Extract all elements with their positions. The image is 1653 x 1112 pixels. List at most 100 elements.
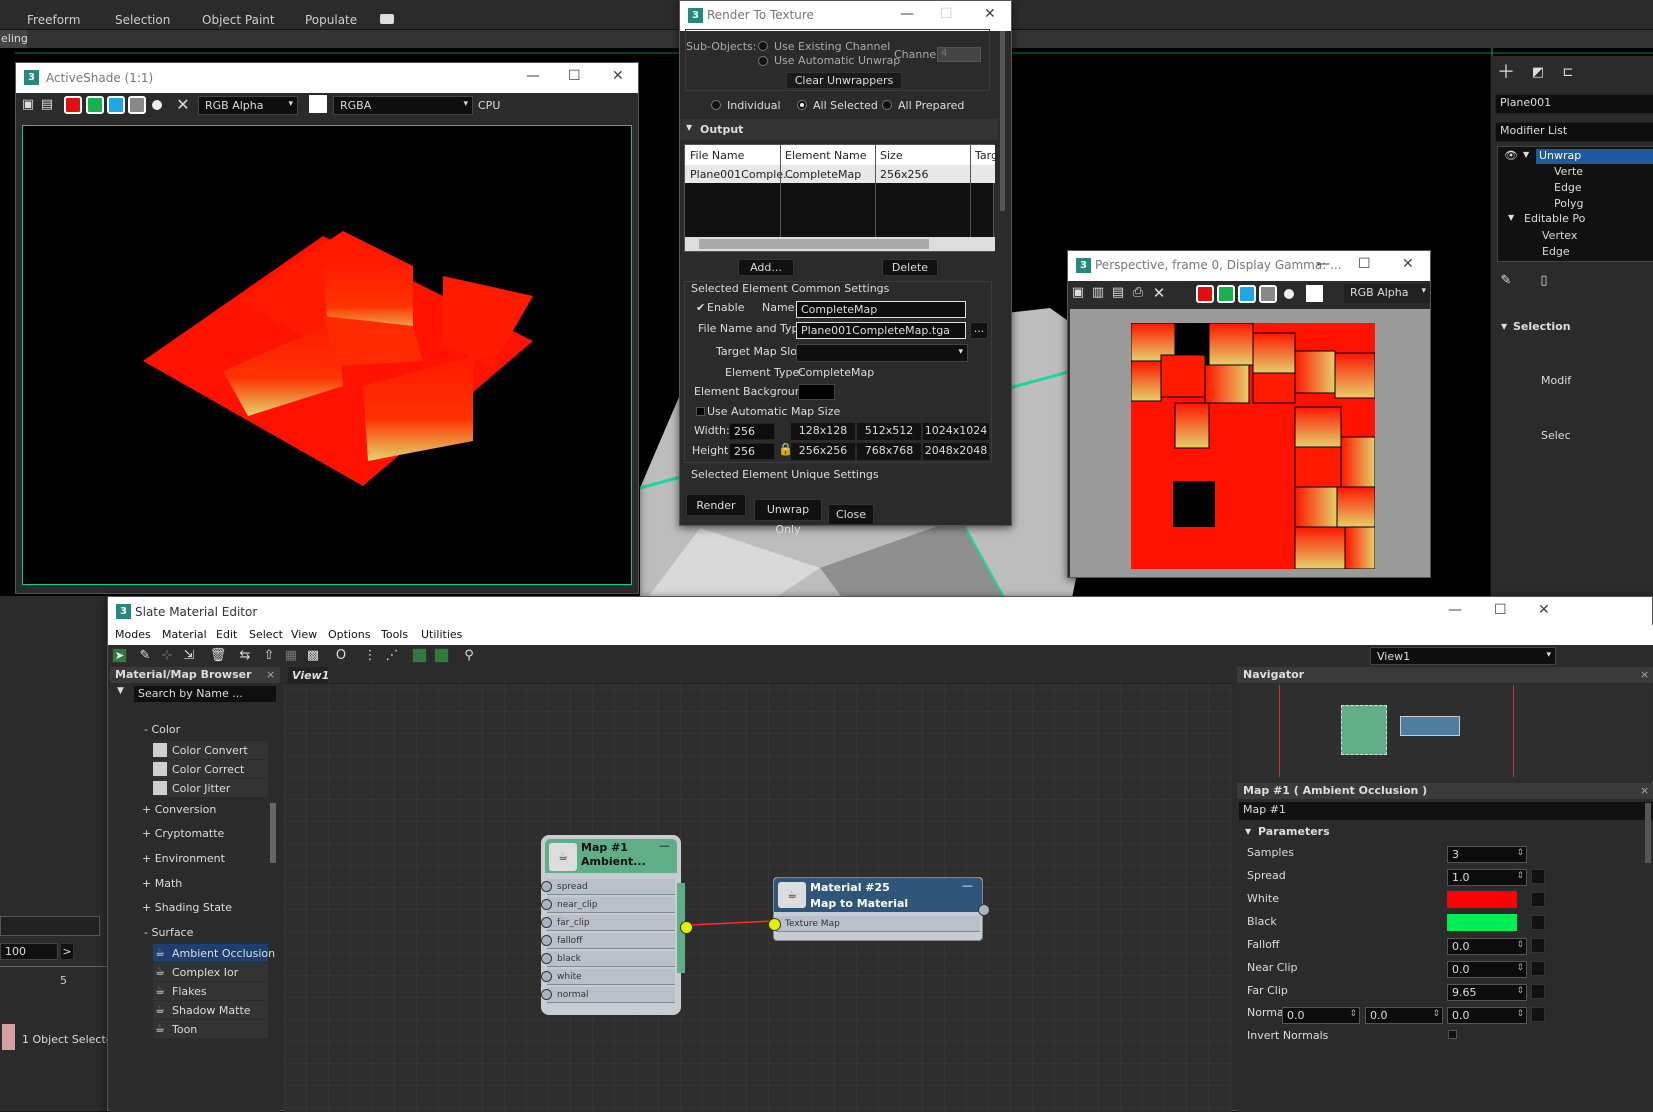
stack-item-vertex[interactable]: Verte [1554, 165, 1583, 178]
close-icon[interactable]: × [1640, 668, 1649, 681]
menu-select[interactable]: Select [249, 628, 283, 641]
material-node-header[interactable]: ☕ Material #25 Map to Material — [774, 878, 982, 912]
size-2048-button[interactable]: 2048x2048 [923, 443, 989, 460]
selection-rollout-header[interactable]: Selection [1513, 320, 1571, 333]
ribbon-tab-freeform[interactable]: Freeform [27, 13, 80, 27]
slot-near-clip[interactable]: near_clip [541, 897, 675, 913]
material-node[interactable]: ☕ Material #25 Map to Material — Texture… [768, 877, 990, 941]
ribbon-toggle-icon[interactable] [380, 14, 394, 24]
copy-image-icon[interactable]: ▤ [1109, 284, 1127, 302]
slot-falloff[interactable]: falloff [541, 933, 675, 949]
menu-options[interactable]: Options [328, 628, 370, 641]
spread-map-button[interactable] [1531, 869, 1545, 884]
blue-channel-toggle[interactable] [1238, 285, 1256, 303]
background-color-swatch[interactable] [309, 95, 327, 113]
scrollbar-thumb[interactable] [699, 239, 929, 249]
rtt-scrollbar[interactable] [1000, 31, 1005, 211]
slot-black[interactable]: black [541, 951, 675, 967]
copy-image-icon[interactable]: ▤ [38, 96, 56, 114]
output-table[interactable]: File Name Element Name Size Targ Plane00… [684, 144, 998, 252]
height-spinner[interactable]: 256 [729, 443, 775, 460]
stack-item-vertex-2[interactable]: Vertex [1542, 229, 1577, 242]
material-browser-toggle[interactable] [412, 648, 427, 663]
map-display-icon[interactable]: O [332, 647, 350, 665]
file-name-input[interactable]: Plane001CompleteMap.tga [796, 322, 966, 339]
visibility-eye-icon[interactable]: 👁 [1504, 149, 1518, 162]
col-element-name[interactable]: Element Name [785, 149, 867, 162]
pin-stack-icon[interactable]: ✎ [1497, 272, 1515, 290]
list-item[interactable]: Color Correct [153, 760, 268, 778]
map-node-header[interactable]: ☕ Map #1 Ambient... — [545, 839, 677, 873]
group-shading-state[interactable]: + Shading State [142, 901, 232, 920]
display-dropdown[interactable]: RGBA [333, 96, 473, 115]
object-name-field[interactable]: Plane001 [1495, 94, 1653, 114]
individual-radio[interactable] [711, 100, 721, 110]
browser-options-icon[interactable]: ▼ [117, 686, 124, 696]
rtt-titlebar[interactable]: 3 Render To Texture — ☐ ✕ [680, 1, 1011, 31]
mono-toggle-icon[interactable] [1284, 289, 1294, 299]
frame-field[interactable]: 100 [0, 943, 58, 960]
mono-toggle-icon[interactable] [152, 100, 162, 110]
invert-normals-checkbox[interactable] [1448, 1030, 1457, 1039]
mini-listener-swatch[interactable] [2, 1024, 15, 1050]
modify-tab-icon[interactable]: ◩ [1529, 64, 1547, 82]
ribbon-tab-populate[interactable]: Populate [305, 13, 357, 27]
collapse-node-icon[interactable]: — [659, 839, 670, 852]
hide-unused-icon[interactable]: ⇧ [260, 647, 278, 665]
texture-map-input-port[interactable] [768, 918, 781, 931]
group-conversion[interactable]: + Conversion [142, 803, 216, 822]
layout-children-icon[interactable]: ⋰ [383, 647, 401, 665]
clear-icon[interactable]: ✕ [1150, 284, 1168, 302]
maximize-icon[interactable]: ☐ [1358, 256, 1371, 272]
close-icon[interactable]: ✕ [1402, 256, 1414, 272]
close-icon[interactable]: × [266, 668, 275, 681]
activeshade-render-area[interactable] [22, 125, 632, 585]
stack-item-unwrap[interactable]: Unwrap [1536, 149, 1653, 164]
group-environment[interactable]: + Environment [142, 852, 225, 871]
green-channel-toggle[interactable] [86, 96, 104, 114]
background-icon[interactable]: ▩ [304, 647, 322, 665]
parameters-rollout-header[interactable]: Parameters [1258, 825, 1330, 838]
close-icon[interactable]: ✕ [1538, 602, 1550, 618]
browser-scrollbar[interactable] [270, 803, 276, 863]
all-prepared-radio[interactable] [882, 100, 892, 110]
stack-item-polygon[interactable]: Polyg [1554, 197, 1584, 210]
navigator-view[interactable] [1239, 685, 1651, 779]
channel-dropdown[interactable]: RGB Alpha [1344, 284, 1430, 303]
render-button[interactable]: Render [686, 494, 746, 516]
activeshade-titlebar[interactable]: 3 ActiveShade (1:1) — ☐ ✕ [16, 63, 638, 93]
collapse-icon[interactable]: ▼ [1501, 322, 1507, 331]
menu-material[interactable]: Material [162, 628, 207, 641]
maxscript-listener[interactable] [0, 916, 100, 936]
params-scrollbar[interactable] [1645, 803, 1651, 863]
delete-icon[interactable]: 🗑 [209, 647, 227, 665]
stack-item-edge-2[interactable]: Edge [1542, 245, 1570, 258]
minimize-icon[interactable]: — [1448, 602, 1462, 618]
green-channel-toggle[interactable] [1217, 285, 1235, 303]
width-spinner[interactable]: 256 [729, 423, 775, 440]
select-by-material-icon[interactable]: ⚲ [460, 647, 478, 665]
black-color-swatch[interactable] [1447, 914, 1517, 931]
layout-vertical-icon[interactable]: ⋮ [361, 647, 379, 665]
black-map-button[interactable] [1531, 915, 1545, 930]
menu-utilities[interactable]: Utilities [421, 628, 462, 641]
material-output-port[interactable] [978, 904, 990, 916]
channel-dropdown[interactable]: RGB Alpha [198, 96, 298, 115]
view-dropdown[interactable]: View1 [1370, 647, 1556, 665]
clear-icon[interactable]: ✕ [174, 96, 192, 114]
ribbon-tab-selection[interactable]: Selection [115, 13, 170, 27]
alpha-channel-toggle[interactable] [128, 96, 146, 114]
col-size[interactable]: Size [880, 149, 903, 162]
ribbon-modeling-tab[interactable]: eling [0, 30, 28, 48]
move-children-icon[interactable]: ⇆ [236, 647, 254, 665]
ribbon-tab-object-paint[interactable]: Object Paint [202, 13, 275, 27]
slot-spread[interactable]: spread [541, 879, 675, 895]
minimize-icon[interactable]: — [900, 6, 914, 22]
parameter-editor-toggle[interactable] [434, 648, 449, 663]
normal-z-spinner[interactable]: 0.0 [1447, 1007, 1527, 1024]
modifier-stack[interactable]: 👁 ▼ Unwrap Verte Edge Polyg ▼ Editable P… [1497, 146, 1653, 262]
col-file-name[interactable]: File Name [690, 149, 744, 162]
group-math[interactable]: + Math [142, 877, 182, 896]
slot-white[interactable]: white [541, 969, 675, 985]
menu-edit[interactable]: Edit [216, 628, 237, 641]
